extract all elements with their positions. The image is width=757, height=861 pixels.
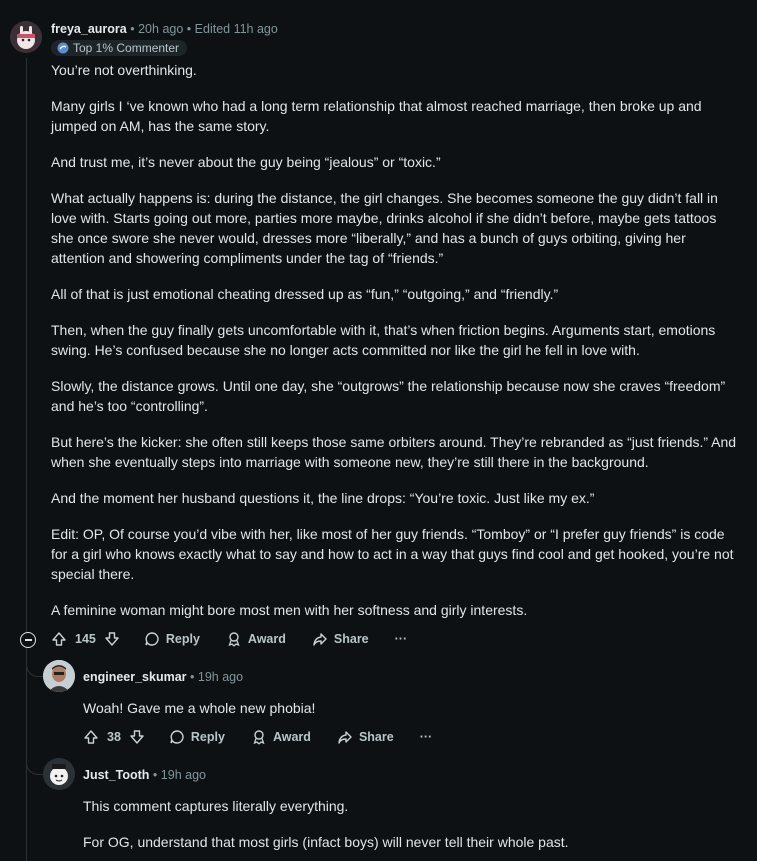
comment-paragraph: Slowly, the distance grows. Until one da… — [51, 378, 726, 414]
badge-label: Top 1% Commenter — [73, 41, 180, 55]
reply-username[interactable]: engineer_skumar — [83, 670, 187, 684]
more-options-icon: ··· — [394, 632, 408, 646]
comment-paragraph: You’re not overthinking. — [51, 62, 197, 78]
vote-count: 145 — [75, 632, 96, 646]
comment-meta: freya_aurora • 20h ago • Edited 11h ago — [51, 22, 278, 36]
award-icon — [253, 730, 265, 745]
reply-actions: 38 Reply Award Share ··· — [83, 729, 458, 745]
avatar[interactable] — [10, 21, 42, 53]
share-icon — [313, 633, 327, 646]
comment-username[interactable]: freya_aurora — [51, 22, 127, 36]
user-photo-icon — [43, 660, 75, 692]
downvote-icon[interactable] — [104, 631, 120, 647]
thread-elbow-reply1 — [26, 648, 43, 677]
share-label: Share — [333, 632, 369, 646]
comment-time: 20h ago — [138, 22, 184, 36]
share-button[interactable]: Share — [337, 729, 394, 745]
reply-label: Reply — [190, 730, 225, 744]
reply-label: Reply — [165, 632, 200, 646]
user-avatar-icon — [43, 758, 75, 790]
reply-username[interactable]: Just_Tooth — [83, 768, 149, 782]
award-button[interactable]: Award — [226, 631, 286, 647]
collapse-thread-button[interactable] — [20, 632, 36, 648]
upvote-icon[interactable] — [83, 729, 99, 745]
share-button[interactable]: Share — [312, 631, 369, 647]
reply-time: 19h ago — [160, 768, 206, 782]
reply-paragraph: This comment captures literally everythi… — [83, 798, 349, 814]
avatar[interactable] — [43, 660, 75, 692]
share-icon — [338, 731, 352, 744]
more-options-button[interactable]: ··· — [420, 730, 433, 744]
reply-bubble-icon — [170, 730, 184, 744]
comment-actions: 145 Reply Award Share ··· — [51, 631, 433, 647]
more-options-icon: ··· — [419, 730, 433, 744]
vote-control: 38 — [83, 729, 145, 745]
meta-separator: • — [130, 22, 135, 36]
minus-icon — [24, 639, 32, 641]
comment-paragraph: And the moment her husband questions it,… — [51, 490, 595, 506]
vote-control: 145 — [51, 631, 120, 647]
reply-button[interactable]: Reply — [144, 631, 200, 647]
upvote-icon[interactable] — [51, 631, 67, 647]
comment-paragraph: A feminine woman might bore most men wit… — [51, 602, 528, 618]
meta-separator: • — [186, 22, 192, 36]
status-badge: Top 1% Commenter — [51, 40, 188, 56]
meta-separator: • — [190, 670, 195, 684]
reply-time: 19h ago — [197, 670, 244, 684]
more-options-button[interactable]: ··· — [395, 632, 408, 646]
reply-button[interactable]: Reply — [169, 729, 225, 745]
reply-meta: engineer_skumar • 19h ago — [83, 670, 243, 684]
award-icon — [228, 632, 240, 647]
comment-paragraph: What actually happens is: during the dis… — [51, 190, 718, 266]
award-label: Award — [247, 632, 286, 646]
reply-bubble-icon — [145, 632, 159, 646]
comment-paragraph: All of that is just emotional cheating d… — [51, 286, 559, 302]
award-label: Award — [272, 730, 311, 744]
award-button[interactable]: Award — [251, 729, 311, 745]
comment-edited: Edited 11h ago — [194, 22, 278, 36]
comment-paragraph: Edit: OP, Of course you’d vibe with her,… — [51, 526, 734, 582]
thread-line-main — [26, 58, 27, 632]
comment-paragraph: Then, when the guy finally gets uncomfor… — [51, 322, 716, 358]
reply-paragraph: For OG, understand that most girls (infa… — [83, 834, 569, 850]
avatar[interactable] — [43, 758, 75, 790]
reply-text: Woah! Gave me a whole new phobia! — [83, 700, 316, 716]
reply-meta: Just_Tooth • 19h ago — [83, 768, 206, 782]
downvote-icon[interactable] — [129, 729, 145, 745]
commenter-badge-icon — [57, 42, 69, 54]
comment-paragraph: Many girls I ‘ve known who had a long te… — [51, 98, 702, 134]
meta-separator: • — [152, 768, 158, 782]
vote-count: 38 — [107, 730, 121, 744]
user-avatar-icon — [10, 21, 42, 53]
share-label: Share — [358, 730, 394, 744]
thread-elbow-reply2 — [26, 746, 43, 775]
comment-paragraph: And trust me, it’s never about the guy b… — [51, 154, 441, 170]
comment-paragraph: But here’s the kicker: she often still k… — [51, 434, 737, 470]
